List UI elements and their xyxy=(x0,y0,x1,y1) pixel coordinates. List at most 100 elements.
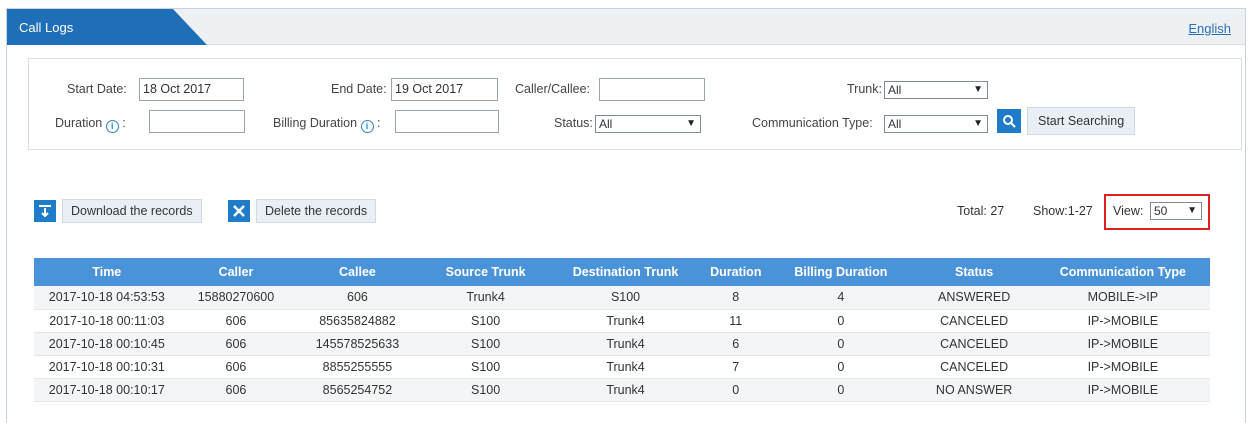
call-logs-table: Time Caller Callee Source Trunk Destination … xyxy=(34,258,1210,402)
table-cell: MOBILE->IP xyxy=(1035,286,1210,310)
delete-icon xyxy=(228,200,250,222)
table-cell: 7 xyxy=(702,355,770,379)
table-cell: IP->MOBILE xyxy=(1035,332,1210,356)
total-count: Total: 27 xyxy=(957,204,1005,218)
table-row[interactable]: 2017-10-18 00:10:17 606 8565254752 S100 Trun… xyxy=(34,378,1210,402)
start-searching-button[interactable]: Start Searching xyxy=(997,107,1136,135)
search-icon xyxy=(997,109,1021,133)
table-cell: 2017-10-18 00:10:45 xyxy=(34,332,180,356)
billing-duration-label-text: Billing Duration xyxy=(273,116,358,130)
communication-type-select[interactable]: All ▼ xyxy=(884,115,988,133)
column-header[interactable]: Source Trunk xyxy=(422,258,549,286)
chevron-down-icon: ▼ xyxy=(1187,205,1197,216)
caller-callee-label: Caller/Callee: xyxy=(515,82,591,96)
billing-duration-field[interactable] xyxy=(395,110,499,133)
billing-duration-label: Billing Duration i : xyxy=(273,116,381,133)
table-cell: 0 xyxy=(769,332,913,356)
table-cell: S100 xyxy=(548,286,703,310)
table-cell: S100 xyxy=(422,332,549,356)
show-range: Show:1-27 xyxy=(1033,204,1093,218)
duration-label-text: Duration xyxy=(55,116,103,130)
start-searching-label: Start Searching xyxy=(1027,107,1136,135)
table-cell: 2017-10-18 00:10:17 xyxy=(34,378,180,402)
table-cell: 8 xyxy=(702,286,770,310)
table-cell: NO ANSWER xyxy=(912,378,1036,402)
column-header[interactable]: Communication Type xyxy=(1035,258,1210,286)
caller-callee-field[interactable] xyxy=(599,78,705,101)
table-cell: 2017-10-18 04:53:53 xyxy=(34,286,180,310)
trunk-select-value: All xyxy=(888,83,902,97)
download-records-label: Download the records xyxy=(62,199,202,223)
communication-type-label: Communication Type: xyxy=(752,116,873,130)
duration-field[interactable] xyxy=(149,110,245,133)
column-header[interactable]: Callee xyxy=(292,258,423,286)
language-link[interactable]: English xyxy=(1188,21,1231,36)
start-date-field[interactable]: 18 Oct 2017 xyxy=(139,78,244,101)
communication-type-select-value: All xyxy=(888,117,902,131)
table-cell: S100 xyxy=(422,355,549,379)
column-header[interactable]: Duration xyxy=(702,258,770,286)
table-cell: 2017-10-18 00:11:03 xyxy=(34,309,180,333)
column-header[interactable]: Caller xyxy=(179,258,293,286)
table-row[interactable]: 2017-10-18 04:53:53 15880270600 606 Trunk4 S… xyxy=(34,286,1210,310)
chevron-down-icon: ▼ xyxy=(973,84,983,95)
table-cell: 145578525633 xyxy=(292,332,423,356)
info-icon[interactable]: i xyxy=(360,120,374,133)
table-cell: 4 xyxy=(769,286,913,310)
download-records-button[interactable]: Download the records xyxy=(34,199,202,223)
table-row[interactable]: 2017-10-18 00:11:03 606 85635824882 S100 Tru… xyxy=(34,309,1210,333)
table-cell: IP->MOBILE xyxy=(1035,355,1210,379)
tab-call-logs[interactable]: Call Logs xyxy=(7,9,207,45)
info-icon[interactable]: i xyxy=(105,120,119,133)
chevron-down-icon: ▼ xyxy=(686,118,696,129)
table-cell: 8565254752 xyxy=(292,378,423,402)
column-header[interactable]: Time xyxy=(34,258,180,286)
table-cell: CANCELED xyxy=(912,309,1036,333)
table-body: 2017-10-18 04:53:53 15880270600 606 Trunk4 S… xyxy=(34,286,1210,402)
table-cell: 6 xyxy=(702,332,770,356)
duration-label: Duration i : xyxy=(55,116,126,133)
end-date-field[interactable]: 19 Oct 2017 xyxy=(391,78,498,101)
column-header[interactable]: Billing Duration xyxy=(769,258,913,286)
table-cell: CANCELED xyxy=(912,332,1036,356)
table-cell: 85635824882 xyxy=(292,309,423,333)
table-cell: 606 xyxy=(292,286,423,310)
delete-records-button[interactable]: Delete the records xyxy=(228,199,377,223)
status-select[interactable]: All ▼ xyxy=(595,115,701,133)
table-cell: 0 xyxy=(769,309,913,333)
search-panel: Start Date: 18 Oct 2017 End Date: 19 Oct… xyxy=(28,58,1242,150)
table-cell: 606 xyxy=(179,378,293,402)
table-cell: Trunk4 xyxy=(548,332,703,356)
table-cell: 606 xyxy=(179,332,293,356)
table-row[interactable]: 2017-10-18 00:10:31 606 8855255555 S100 Trun… xyxy=(34,355,1210,379)
table-cell: IP->MOBILE xyxy=(1035,378,1210,402)
view-select[interactable]: 50 ▼ xyxy=(1150,202,1202,220)
chevron-down-icon: ▼ xyxy=(973,118,983,129)
table-cell: ANSWERED xyxy=(912,286,1036,310)
table-cell: 0 xyxy=(702,378,770,402)
table-header-row: Time Caller Callee Source Trunk Destination … xyxy=(34,258,1210,286)
table-cell: 11 xyxy=(702,309,770,333)
table-cell: 2017-10-18 00:10:31 xyxy=(34,355,180,379)
end-date-label: End Date: xyxy=(331,82,387,96)
tab-label: Call Logs xyxy=(19,20,74,35)
status-label: Status: xyxy=(554,116,593,130)
status-select-value: All xyxy=(599,117,613,131)
delete-records-label: Delete the records xyxy=(256,199,377,223)
table-cell: 0 xyxy=(769,355,913,379)
trunk-select[interactable]: All ▼ xyxy=(884,81,988,99)
column-header[interactable]: Status xyxy=(912,258,1036,286)
table-cell: 0 xyxy=(769,378,913,402)
table-row[interactable]: 2017-10-18 00:10:45 606 145578525633 S100 Tr… xyxy=(34,332,1210,356)
download-icon xyxy=(34,200,56,222)
table-cell: 8855255555 xyxy=(292,355,423,379)
view-select-value: 50 xyxy=(1154,204,1168,218)
table-cell: Trunk4 xyxy=(548,355,703,379)
table-cell: 606 xyxy=(179,309,293,333)
trunk-label: Trunk: xyxy=(847,82,882,96)
view-label: View: xyxy=(1113,204,1144,218)
column-header[interactable]: Destination Trunk xyxy=(548,258,703,286)
table-cell: Trunk4 xyxy=(548,378,703,402)
top-bar: Call Logs English xyxy=(7,9,1245,45)
table-cell: Trunk4 xyxy=(548,309,703,333)
